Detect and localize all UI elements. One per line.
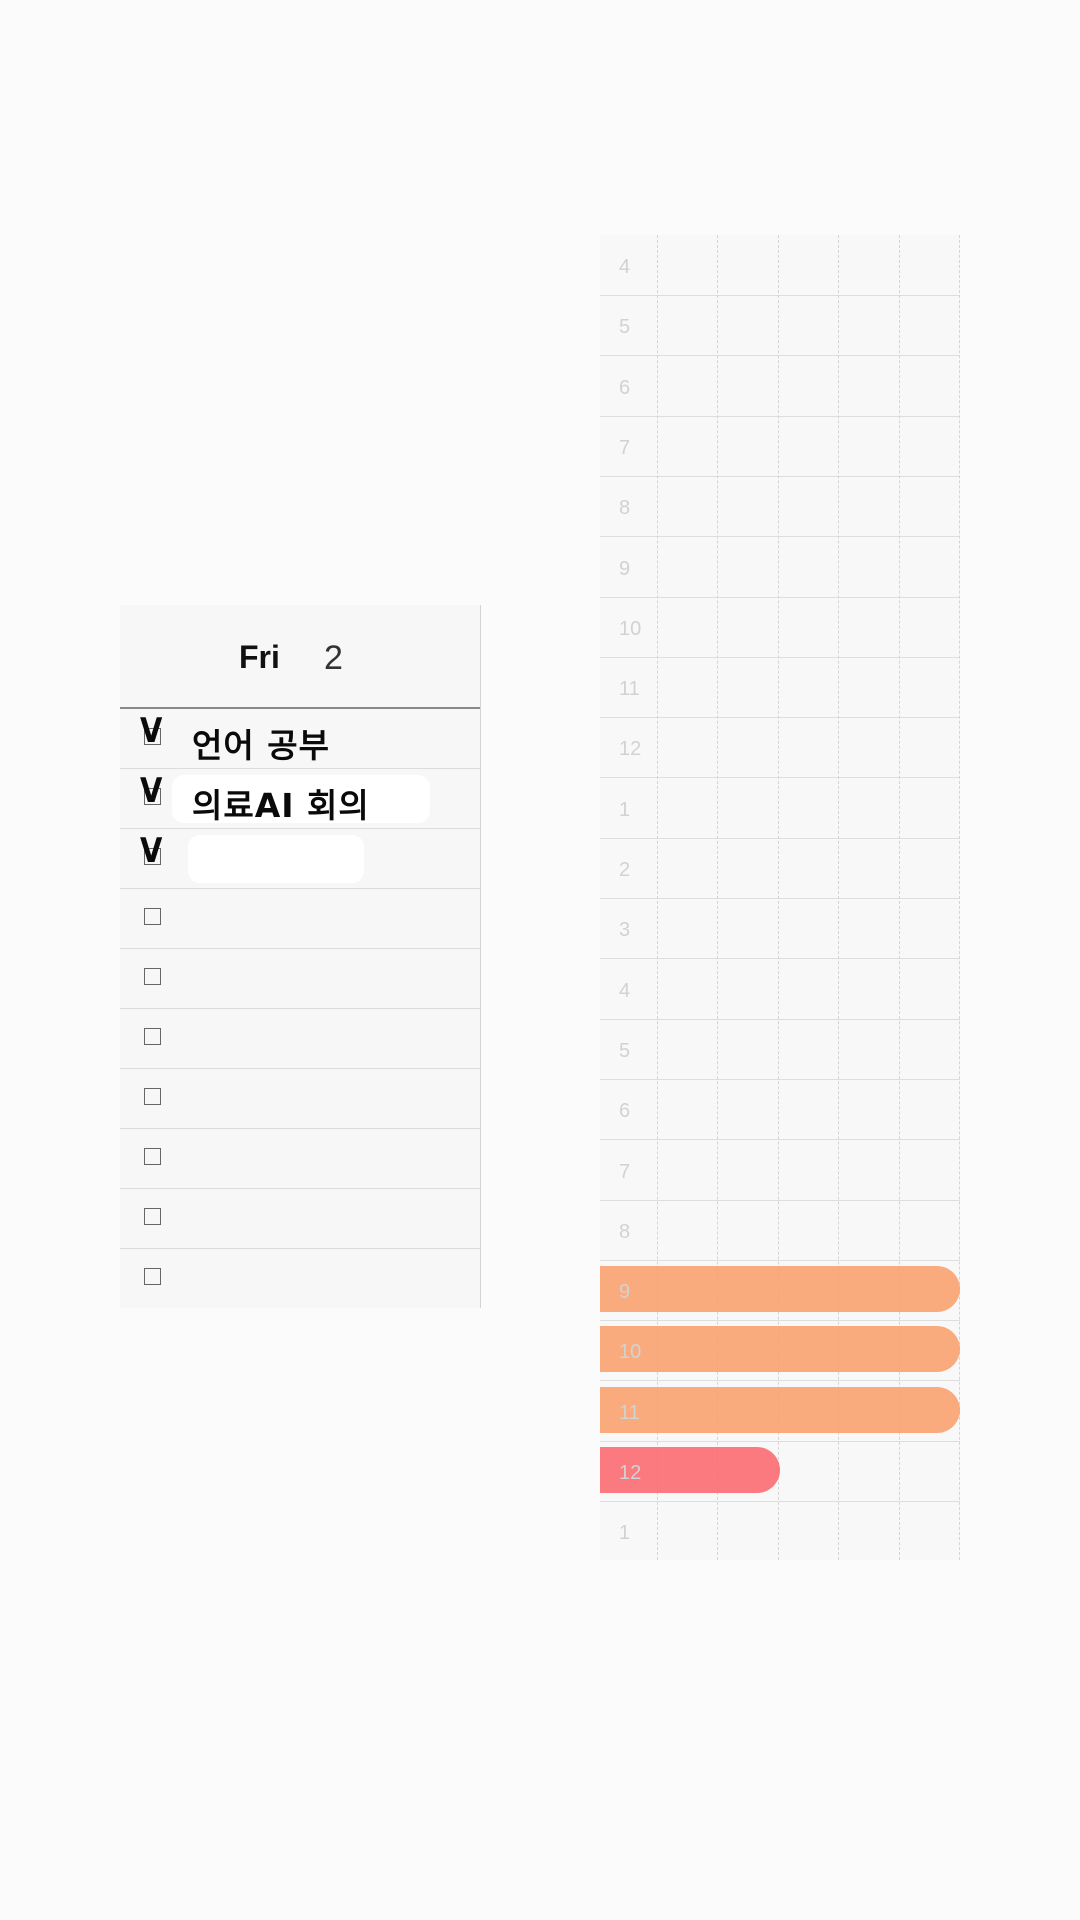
time-row[interactable] — [600, 295, 960, 357]
time-block-event[interactable] — [600, 1266, 960, 1313]
checkbox[interactable] — [144, 1208, 161, 1225]
time-row[interactable] — [600, 1140, 960, 1201]
time-row[interactable] — [600, 416, 960, 477]
hour-label: 1 — [619, 798, 631, 821]
time-row[interactable] — [600, 959, 960, 1020]
checkbox[interactable] — [144, 1148, 161, 1165]
todo-item[interactable] — [120, 1069, 480, 1129]
time-block-event[interactable] — [600, 1386, 960, 1433]
time-row[interactable] — [600, 356, 960, 417]
time-row[interactable] — [600, 898, 960, 960]
day-todo-card: Fri 2 V 언어 공부 V 의료AI 회의 V — [120, 605, 481, 1308]
hour-label: 6 — [619, 1100, 631, 1123]
hour-label: 7 — [619, 1160, 631, 1183]
hour-label: 11 — [619, 1401, 640, 1424]
todo-item[interactable] — [120, 1009, 480, 1069]
timetable-grid[interactable]: 4 5 6 7 8 9 10 11 12 1 2 3 4 5 6 7 8 9 10 11 12 1 — [600, 235, 960, 1560]
time-row[interactable] — [600, 537, 960, 598]
hour-label: 12 — [619, 1462, 642, 1484]
hour-label: 5 — [619, 1039, 631, 1062]
hour-label: 10 — [619, 617, 642, 640]
time-row[interactable] — [600, 1501, 960, 1560]
hour-label: 7 — [619, 436, 631, 459]
hour-label: 10 — [619, 1341, 642, 1364]
checkbox[interactable] — [144, 1028, 161, 1045]
time-row[interactable] — [600, 838, 960, 899]
hour-label: 8 — [619, 497, 631, 520]
time-row[interactable] — [600, 1019, 960, 1080]
todo-item[interactable]: V — [120, 829, 480, 889]
hour-label: 2 — [619, 859, 631, 881]
hour-label: 3 — [619, 919, 631, 942]
hour-label: 6 — [619, 376, 631, 399]
day-name: Fri — [239, 639, 280, 675]
hour-label: 4 — [619, 256, 631, 278]
checkbox[interactable] — [144, 968, 161, 985]
todo-item[interactable] — [120, 1249, 480, 1306]
checkbox[interactable] — [144, 848, 161, 865]
time-row[interactable] — [600, 1200, 960, 1261]
grid-column-line — [959, 235, 960, 1560]
time-block-event[interactable] — [600, 1326, 960, 1373]
hour-label: 9 — [619, 557, 631, 580]
time-row[interactable] — [600, 476, 960, 538]
hour-label: 4 — [619, 979, 631, 1002]
hour-label: 1 — [619, 1522, 631, 1545]
checkbox[interactable] — [144, 908, 161, 925]
todo-item[interactable] — [120, 1129, 480, 1189]
todo-text[interactable]: 의료AI 회의 — [192, 779, 370, 827]
hour-label: 8 — [619, 1220, 631, 1243]
time-row[interactable] — [600, 717, 960, 779]
hour-label: 11 — [619, 678, 640, 701]
time-row[interactable] — [600, 235, 960, 296]
hour-label: 12 — [619, 738, 642, 761]
checkbox[interactable] — [144, 788, 161, 805]
time-row[interactable] — [600, 597, 960, 658]
checkbox[interactable] — [144, 1088, 161, 1105]
day-header: Fri 2 — [120, 605, 480, 707]
redaction-patch — [188, 835, 364, 883]
time-row[interactable] — [600, 778, 960, 839]
todo-item[interactable] — [120, 1189, 480, 1249]
todo-item[interactable] — [120, 889, 480, 949]
todo-list: V 언어 공부 V 의료AI 회의 V — [120, 707, 480, 1306]
checkbox[interactable] — [144, 1268, 161, 1285]
todo-item[interactable]: V 언어 공부 — [120, 709, 480, 769]
time-row[interactable] — [600, 1079, 960, 1141]
todo-item[interactable] — [120, 949, 480, 1009]
hour-label: 5 — [619, 316, 631, 339]
checkbox[interactable] — [144, 728, 161, 745]
time-row[interactable] — [600, 657, 960, 719]
hour-label: 9 — [619, 1281, 631, 1304]
todo-item[interactable]: V 의료AI 회의 — [120, 769, 480, 829]
day-number: 2 — [324, 639, 343, 677]
todo-text[interactable]: 언어 공부 — [192, 719, 330, 767]
